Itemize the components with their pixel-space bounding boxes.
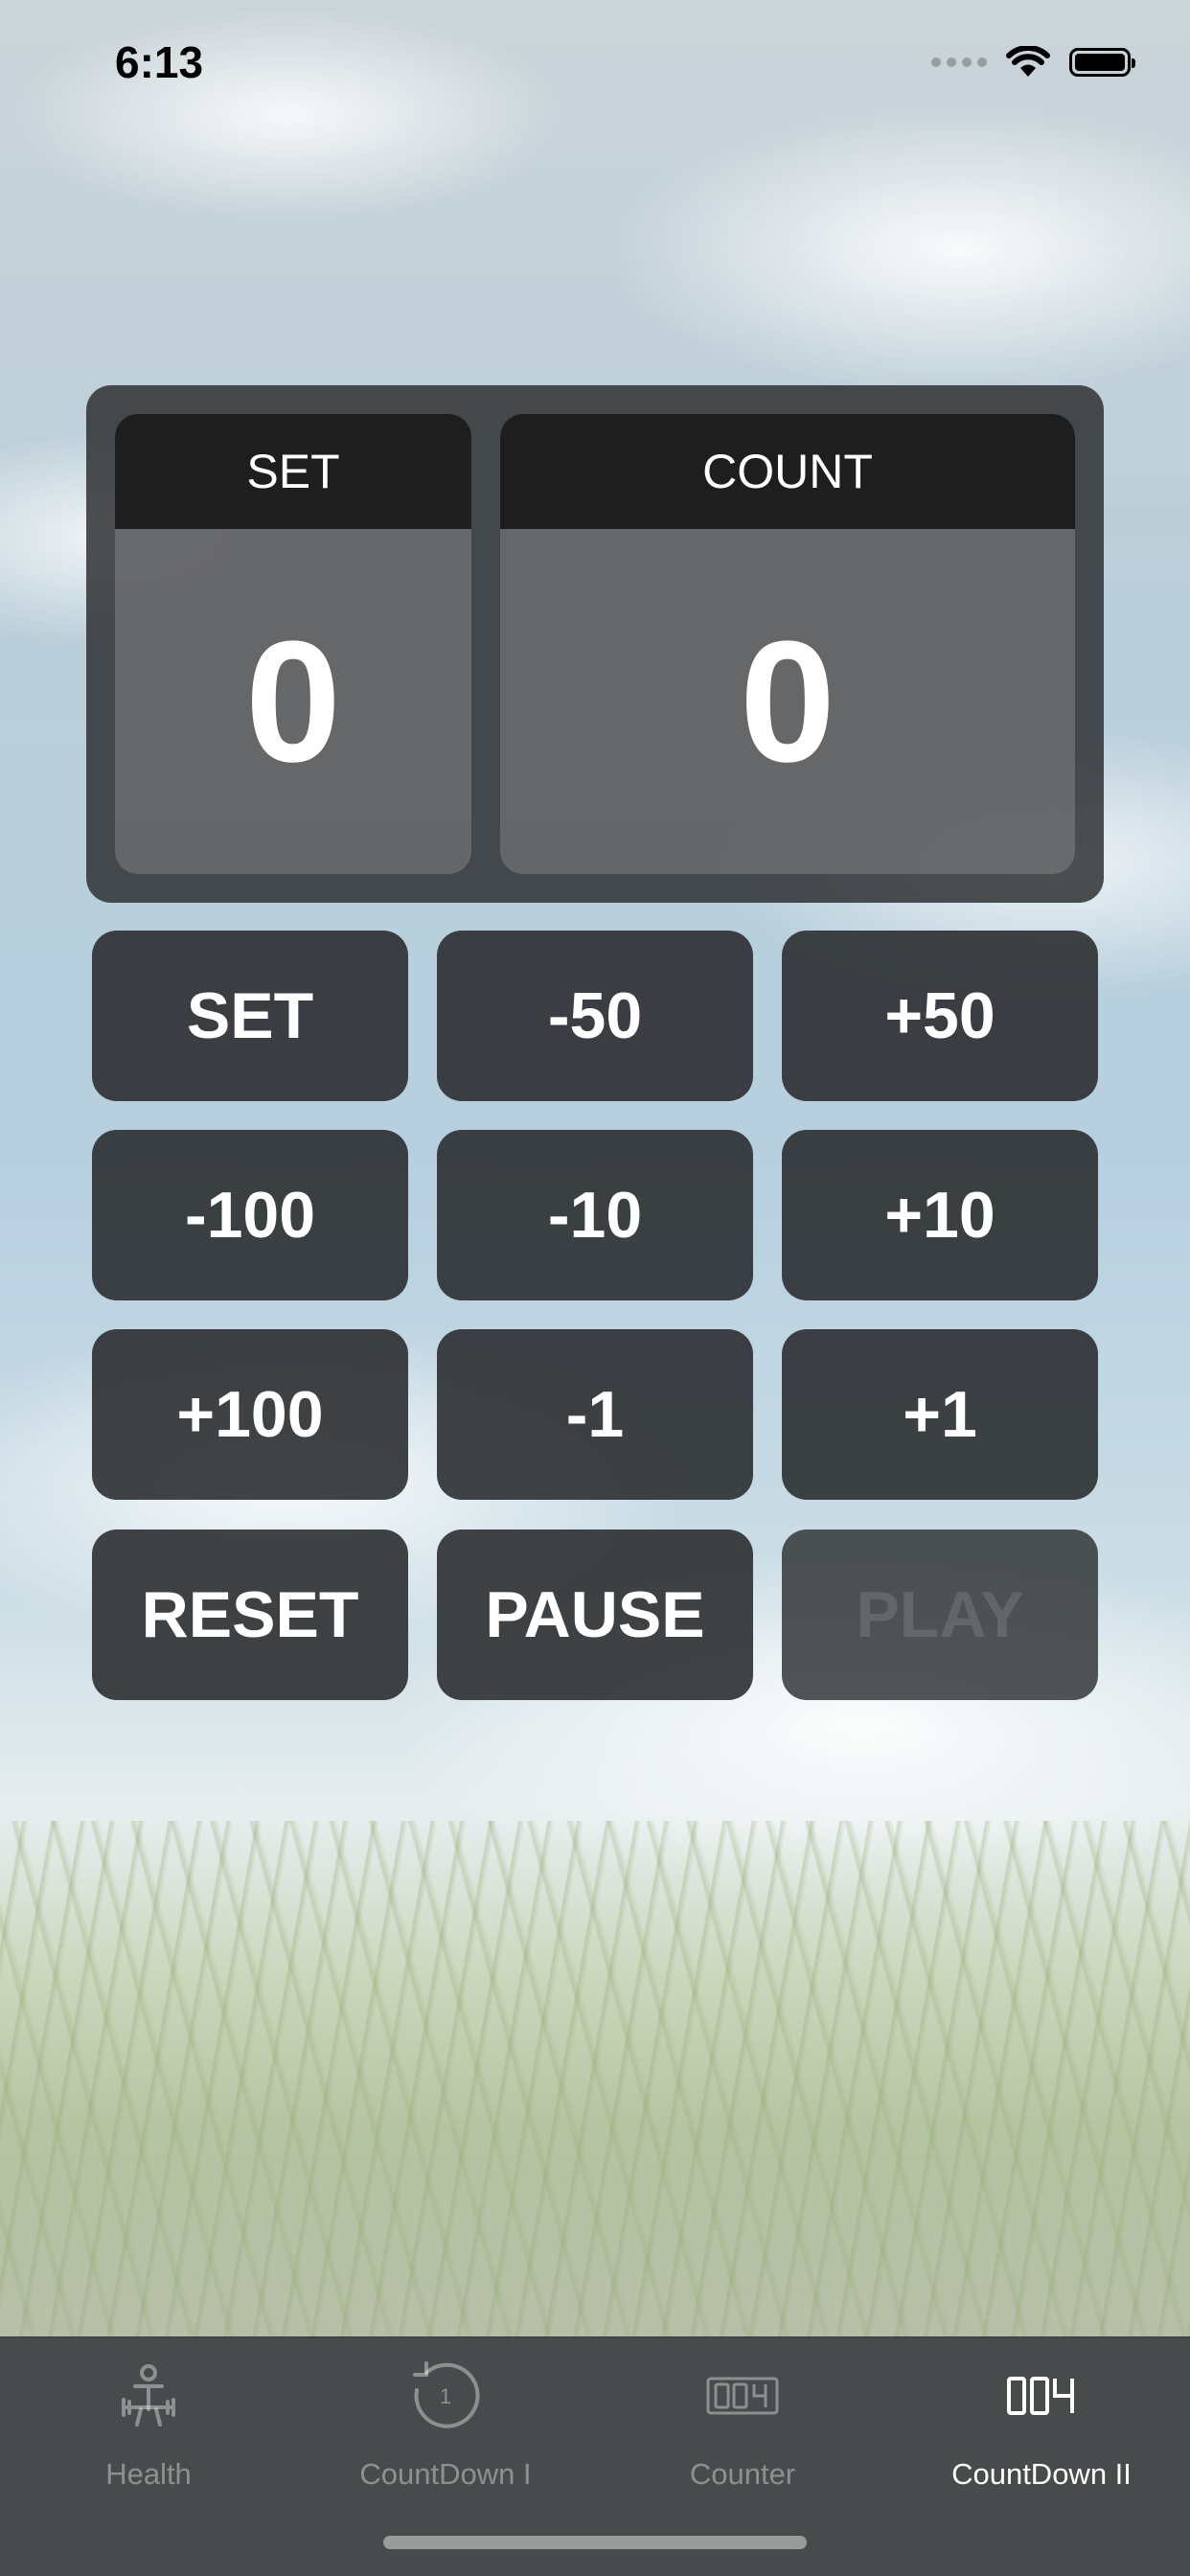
battery-icon [1069,48,1135,77]
play-button[interactable]: PLAY [782,1530,1098,1700]
home-indicator[interactable] [383,2536,807,2549]
minus-100-button[interactable]: -100 [92,1130,408,1300]
status-time: 6:13 [115,37,204,87]
plus-10-button[interactable]: +10 [782,1130,1098,1300]
wifi-icon [1006,46,1050,77]
digital-counter-icon [1007,2377,1074,2415]
tab-countdown-1[interactable]: 1 CountDown I [297,2336,594,2528]
tab-counter[interactable]: Counter [594,2336,891,2528]
count-value: 0 [739,605,836,798]
tab-countdown-1-label: CountDown I [359,2457,532,2491]
plus-50-button[interactable]: +50 [782,931,1098,1101]
tab-health[interactable]: Health [0,2336,297,2528]
status-icons [931,46,1135,79]
count-display: COUNT 0 [500,414,1075,874]
plus-1-button[interactable]: +1 [782,1329,1098,1500]
set-label: SET [115,414,471,529]
app-screen: 6:13 SET 0 COUNT 0 SET -50 +50 -100 -10 … [0,0,1190,2576]
set-button[interactable]: SET [92,931,408,1101]
set-value: 0 [244,605,342,798]
plus-100-button[interactable]: +100 [92,1329,408,1500]
svg-text:1: 1 [440,2384,451,2408]
tab-counter-label: Counter [689,2457,796,2491]
count-label: COUNT [500,414,1075,529]
signal-dots-icon [931,58,987,67]
digital-counter-icon [706,2377,779,2415]
tab-countdown-2-label: CountDown II [951,2457,1132,2491]
fitness-person-icon [122,2364,175,2426]
minus-50-button[interactable]: -50 [437,931,753,1101]
countdown-timer-icon: 1 [413,2361,480,2428]
minus-1-button[interactable]: -1 [437,1329,753,1500]
set-display: SET 0 [115,414,471,874]
tab-countdown-2[interactable]: CountDown II [893,2336,1190,2528]
pause-button[interactable]: PAUSE [437,1530,753,1700]
tab-health-label: Health [105,2457,192,2491]
minus-10-button[interactable]: -10 [437,1130,753,1300]
scoreboard-panel: SET 0 COUNT 0 [86,385,1104,903]
reset-button[interactable]: RESET [92,1530,408,1700]
